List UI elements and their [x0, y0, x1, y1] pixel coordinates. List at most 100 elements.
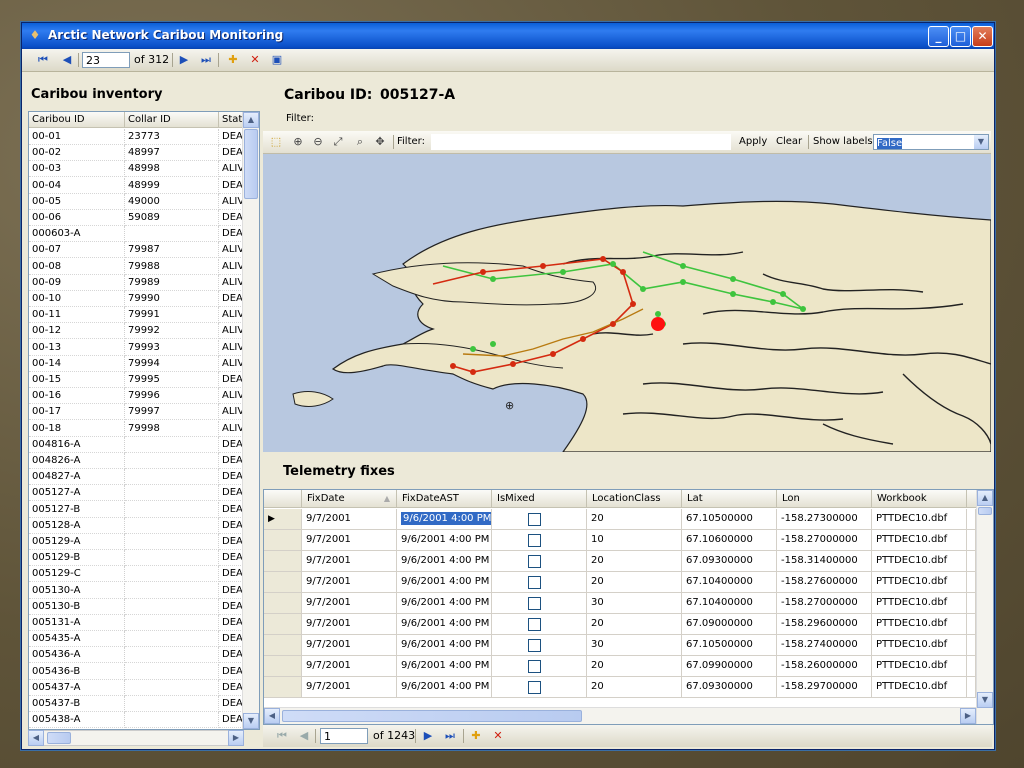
inventory-cell[interactable]: DEA: [219, 679, 243, 696]
telemetry-cell[interactable]: 9/6/2001 4:00 PM: [397, 530, 492, 551]
telemetry-cell[interactable]: PTTDEC10.dbf: [872, 572, 967, 593]
checkbox[interactable]: [528, 555, 541, 568]
inventory-row[interactable]: 00-13 79993 ALIV: [29, 339, 243, 356]
inventory-cell[interactable]: 23773: [125, 129, 219, 145]
scroll-left-icon[interactable]: ◀: [28, 730, 44, 746]
telemetry-cell[interactable]: 67.09900000: [682, 656, 777, 677]
record-position-input[interactable]: 23: [82, 52, 130, 68]
telemetry-cell[interactable]: [967, 509, 976, 530]
inventory-cell[interactable]: ALIV: [219, 404, 243, 421]
telemetry-cell[interactable]: 30: [587, 635, 682, 656]
column-header[interactable]: Stat: [219, 112, 243, 128]
inventory-row[interactable]: 005435-A DEA: [29, 631, 243, 648]
inventory-cell[interactable]: DEA: [219, 177, 243, 194]
telemetry-cell[interactable]: -158.29700000: [777, 677, 872, 698]
inventory-cell[interactable]: ALIV: [219, 323, 243, 340]
inventory-cell[interactable]: [125, 582, 219, 599]
row-selector[interactable]: [264, 593, 302, 614]
inventory-row[interactable]: 005128-A DEA: [29, 517, 243, 534]
inventory-cell[interactable]: [125, 453, 219, 469]
telemetry-grid[interactable]: FixDate ▲ FixDateAST IsMixed LocationClas…: [263, 489, 994, 725]
title-bar[interactable]: ♦ Arctic Network Caribou Monitoring _ □ …: [22, 23, 994, 49]
inventory-cell[interactable]: [125, 712, 219, 729]
telemetry-cell[interactable]: 10: [587, 530, 682, 551]
telemetry-row[interactable]: 9/7/2001 9/6/2001 4:00 PM 20 67.09300000 -15…: [264, 677, 976, 698]
scroll-right-icon[interactable]: ▶: [228, 730, 244, 746]
inventory-cell[interactable]: 00-06: [29, 210, 125, 226]
inventory-cell[interactable]: DEA: [219, 145, 243, 162]
inventory-row[interactable]: 005129-C DEA: [29, 566, 243, 583]
inventory-cell[interactable]: [125, 696, 219, 712]
inventory-row[interactable]: 005436-A DEA: [29, 647, 243, 664]
telemetry-cell[interactable]: [967, 593, 976, 614]
telemetry-cell[interactable]: 9/6/2001 4:00 PM: [397, 656, 492, 677]
telemetry-cell[interactable]: 20: [587, 509, 682, 530]
inventory-cell[interactable]: 00-16: [29, 388, 125, 405]
column-header[interactable]: Lat: [682, 490, 777, 508]
first-record-icon[interactable]: ⏮: [275, 728, 289, 744]
inventory-cell[interactable]: 79988: [125, 258, 219, 275]
map-filter-input[interactable]: [431, 134, 731, 150]
telemetry-cell[interactable]: 20: [587, 677, 682, 698]
inventory-cell[interactable]: DEA: [219, 631, 243, 648]
inventory-cell[interactable]: 00-08: [29, 258, 125, 275]
checkbox[interactable]: [528, 681, 541, 694]
inventory-row[interactable]: 00-07 79987 ALIV: [29, 242, 243, 259]
inventory-cell[interactable]: 79989: [125, 274, 219, 291]
inventory-cell[interactable]: 00-11: [29, 307, 125, 324]
inventory-cell[interactable]: [125, 598, 219, 615]
inventory-cell[interactable]: 79991: [125, 307, 219, 324]
inventory-cell[interactable]: 004816-A: [29, 436, 125, 453]
inventory-row[interactable]: 00-12 79992 ALIV: [29, 323, 243, 340]
telemetry-cell[interactable]: -158.27000000: [777, 530, 872, 551]
checkbox[interactable]: [528, 513, 541, 526]
next-record-icon[interactable]: ▶: [177, 52, 191, 68]
column-header[interactable]: LocationClass: [587, 490, 682, 508]
inventory-cell[interactable]: 00-04: [29, 177, 125, 194]
inventory-row[interactable]: 005438-A DEA: [29, 712, 243, 729]
inventory-cell[interactable]: [125, 485, 219, 502]
telemetry-cell[interactable]: 9/6/2001 4:00 PM: [397, 635, 492, 656]
scroll-thumb[interactable]: [282, 710, 582, 722]
inventory-row[interactable]: 005127-B DEA: [29, 501, 243, 518]
inventory-cell[interactable]: 00-02: [29, 145, 125, 162]
inventory-cell[interactable]: 00-10: [29, 291, 125, 307]
inventory-row[interactable]: 004826-A DEA: [29, 453, 243, 469]
is-mixed-checkbox[interactable]: [492, 677, 587, 698]
close-button[interactable]: ✕: [972, 26, 993, 47]
column-header[interactable]: Workbook: [872, 490, 967, 508]
inventory-cell[interactable]: 005129-A: [29, 534, 125, 550]
inventory-row[interactable]: 00-18 79998 ALIV: [29, 420, 243, 437]
telemetry-cell[interactable]: 67.10400000: [682, 593, 777, 614]
telemetry-cell[interactable]: 30: [587, 593, 682, 614]
inventory-cell[interactable]: 005438-A: [29, 712, 125, 729]
pan-icon[interactable]: ✥: [373, 134, 387, 150]
scroll-down-icon[interactable]: ▼: [977, 692, 993, 708]
inventory-cell[interactable]: DEA: [219, 615, 243, 631]
telemetry-row[interactable]: 9/7/2001 9/6/2001 4:00 PM 30 67.10400000 -15…: [264, 593, 976, 614]
inventory-cell[interactable]: 48999: [125, 177, 219, 194]
inventory-cell[interactable]: DEA: [219, 210, 243, 226]
add-record-icon[interactable]: ✚: [469, 728, 483, 744]
inventory-cell[interactable]: ALIV: [219, 161, 243, 178]
row-selector[interactable]: [264, 530, 302, 551]
checkbox[interactable]: [528, 660, 541, 673]
is-mixed-checkbox[interactable]: [492, 614, 587, 635]
inventory-row[interactable]: 00-02 48997 DEA: [29, 145, 243, 162]
inventory-cell[interactable]: ALIV: [219, 355, 243, 372]
inventory-row[interactable]: 00-14 79994 ALIV: [29, 355, 243, 372]
telemetry-cell[interactable]: PTTDEC10.dbf: [872, 635, 967, 656]
inventory-cell[interactable]: DEA: [219, 712, 243, 729]
inventory-cell[interactable]: [125, 663, 219, 680]
telemetry-cell[interactable]: 9/7/2001: [302, 530, 397, 551]
inventory-cell[interactable]: [125, 534, 219, 550]
inventory-cell[interactable]: 79992: [125, 323, 219, 340]
inventory-cell[interactable]: DEA: [219, 517, 243, 534]
telemetry-cell[interactable]: 9/7/2001: [302, 551, 397, 572]
inventory-cell[interactable]: ALIV: [219, 339, 243, 356]
telemetry-cell[interactable]: 9/6/2001 4:00 PM: [397, 551, 492, 572]
telemetry-cell[interactable]: -158.29600000: [777, 614, 872, 635]
telemetry-cell[interactable]: PTTDEC10.dbf: [872, 551, 967, 572]
telemetry-cell[interactable]: 9/6/2001 4:00 PM: [397, 572, 492, 593]
dropdown-arrow-icon[interactable]: ▼: [974, 135, 988, 149]
